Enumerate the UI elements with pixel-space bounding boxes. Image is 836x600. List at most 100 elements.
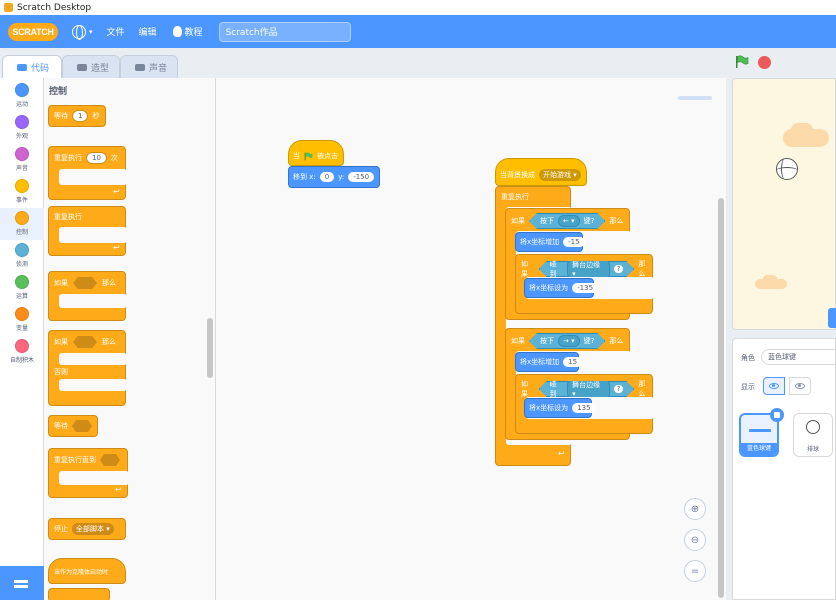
category-sensing[interactable]: 侦测 <box>0 243 44 268</box>
stop-button[interactable] <box>758 56 771 69</box>
block-repeat[interactable]: 重复执行 10 次 ↩ <box>48 146 127 200</box>
block-if-else[interactable]: 如果 那么 否则 <box>48 330 127 406</box>
block-text: 如果 <box>54 279 68 287</box>
project-title-input[interactable]: Scratch作品 <box>218 21 351 42</box>
block-change-x[interactable]: 将x坐标增加 15 <box>515 352 583 372</box>
block-when-flag-clicked[interactable]: 当 被点击 <box>288 140 344 166</box>
wait-value[interactable]: 1 <box>72 110 89 122</box>
block-text: 重复执行 <box>54 213 82 221</box>
palette-scrollbar[interactable] <box>207 318 213 378</box>
set-x-value[interactable]: -135 <box>572 283 599 293</box>
backdrop-dropdown[interactable]: 开始游戏 ▾ <box>539 169 581 181</box>
change-x-value[interactable]: -15 <box>563 237 585 247</box>
tutorials-menu[interactable]: 教程 <box>172 25 203 38</box>
category-operators[interactable]: 运算 <box>0 275 44 300</box>
trash-icon[interactable] <box>770 408 784 422</box>
key-pressed-condition[interactable]: 按下 → ▾ 键? <box>529 333 605 349</box>
tab-sounds[interactable]: 声音 <box>120 55 178 78</box>
touching-dropdown[interactable]: 舞台边缘 ▾ <box>567 258 609 280</box>
lightbulb-icon <box>172 26 182 37</box>
c-slot <box>59 471 129 485</box>
zoom-in-button[interactable]: ⊕ <box>684 498 706 520</box>
show-sprite-button[interactable] <box>763 377 785 395</box>
touching-condition[interactable]: 碰到 舞台边缘 ▾ ? <box>539 261 635 277</box>
zoom-out-button[interactable]: ⊖ <box>684 529 706 551</box>
block-partial[interactable] <box>48 588 110 600</box>
block-forever[interactable]: 重复执行 ↩ <box>48 206 127 256</box>
category-variables[interactable]: 变量 <box>0 307 44 332</box>
condition-slot[interactable] <box>72 420 92 432</box>
key-dropdown[interactable]: ← ▾ <box>558 215 580 227</box>
tab-code[interactable]: 代码 <box>2 55 62 78</box>
block-goto-xy[interactable]: 移到 x: 0 y: -150 <box>288 166 380 188</box>
category-looks[interactable]: 外观 <box>0 115 44 140</box>
scratch-logo[interactable]: SCRATCH <box>8 22 58 41</box>
key-dropdown[interactable]: → ▾ <box>558 335 580 347</box>
block-text: 将x坐标增加 <box>520 358 560 366</box>
hide-sprite-button[interactable] <box>789 377 811 395</box>
category-my-blocks[interactable]: 自制积木 <box>0 339 44 364</box>
category-label: 外观 <box>15 133 28 140</box>
category-sound[interactable]: 声音 <box>0 147 44 172</box>
sprite-name: 蓝色球键 <box>741 443 777 455</box>
c-slot <box>59 379 127 391</box>
workspace-scrollbar-vertical[interactable] <box>718 198 724 598</box>
sprite-thumb-paddle[interactable]: 蓝色球键 <box>739 408 784 457</box>
x-value[interactable]: 0 <box>319 172 335 182</box>
tab-code-label: 代码 <box>31 63 50 74</box>
loop-arrow-icon: ↩ <box>558 449 565 458</box>
block-when-clone-starts[interactable]: 当作为克隆体启动时 <box>48 558 126 584</box>
block-text: 次 <box>110 154 118 162</box>
condition-slot[interactable] <box>73 336 97 348</box>
edit-menu[interactable]: 编辑 <box>139 25 157 38</box>
touching-dropdown[interactable]: 舞台边缘 ▾ <box>567 378 609 400</box>
block-repeat-until[interactable]: 重复执行直到 ↩ <box>48 448 129 498</box>
set-x-value[interactable]: 135 <box>572 403 596 413</box>
show-label: 显示 <box>741 383 755 391</box>
condition-slot[interactable] <box>73 277 97 289</box>
block-text: 否则 <box>54 368 68 376</box>
block-wait-until[interactable]: 等待 <box>48 415 98 437</box>
block-text: 如果 <box>511 217 525 225</box>
touching-condition[interactable]: 碰到 舞台边缘 ▾ ? <box>539 381 635 397</box>
block-set-x[interactable]: 将x坐标设为 -135 <box>524 278 599 298</box>
eye-icon <box>769 383 779 389</box>
category-motion[interactable]: 运动 <box>0 83 44 108</box>
workspace-scrollbar-horizontal[interactable] <box>678 96 712 100</box>
block-text: 移到 x: <box>293 173 316 181</box>
language-menu[interactable]: ▾ <box>72 24 93 40</box>
sprite-name-input[interactable]: 蓝色球键 <box>761 349 836 365</box>
block-text: 如果 <box>511 337 525 345</box>
block-set-x[interactable]: 将x坐标设为 135 <box>524 398 596 418</box>
block-text: ? <box>614 265 624 273</box>
stop-dropdown[interactable]: 全部脚本 ▾ <box>72 523 114 535</box>
y-value[interactable]: -150 <box>348 172 375 182</box>
stage-size-toggle[interactable] <box>828 308 836 328</box>
looks-dot-icon <box>15 115 29 129</box>
file-menu[interactable]: 文件 <box>107 25 125 38</box>
condition-slot[interactable] <box>100 454 120 466</box>
category-events[interactable]: 事件 <box>0 179 44 204</box>
change-x-value[interactable]: 15 <box>563 357 583 367</box>
block-change-x[interactable]: 将x坐标增加 -15 <box>515 232 585 252</box>
block-stop[interactable]: 停止 全部脚本 ▾ <box>48 518 126 540</box>
window-title-bar: Scratch Desktop <box>0 0 836 15</box>
block-text: 将x坐标增加 <box>520 238 560 246</box>
stage[interactable] <box>732 78 836 330</box>
sprite-thumb-volleyball[interactable]: 排球 <box>793 413 833 457</box>
block-wait[interactable]: 等待 1 秒 <box>48 105 106 127</box>
script-workspace[interactable]: 当 被点击 移到 x: 0 y: -150 当背景换成 开始游戏 ▾ 重复执行 … <box>216 78 726 600</box>
block-header: 如果 那么 <box>54 336 116 348</box>
window-title: Scratch Desktop <box>17 2 92 13</box>
key-pressed-condition[interactable]: 按下 ← ▾ 键? <box>529 213 605 229</box>
add-extension-button[interactable] <box>0 566 44 600</box>
green-flag-icon[interactable] <box>735 55 749 69</box>
block-when-backdrop-switches[interactable]: 当背景换成 开始游戏 ▾ <box>495 158 587 186</box>
category-label: 运动 <box>15 101 28 108</box>
block-if[interactable]: 如果 那么 <box>48 271 127 321</box>
repeat-value[interactable]: 10 <box>86 152 107 164</box>
tab-costumes[interactable]: 造型 <box>62 55 120 78</box>
category-control[interactable]: 控制 <box>0 208 44 240</box>
zoom-reset-button[interactable]: = <box>684 560 706 582</box>
volleyball-sprite[interactable] <box>776 158 798 180</box>
